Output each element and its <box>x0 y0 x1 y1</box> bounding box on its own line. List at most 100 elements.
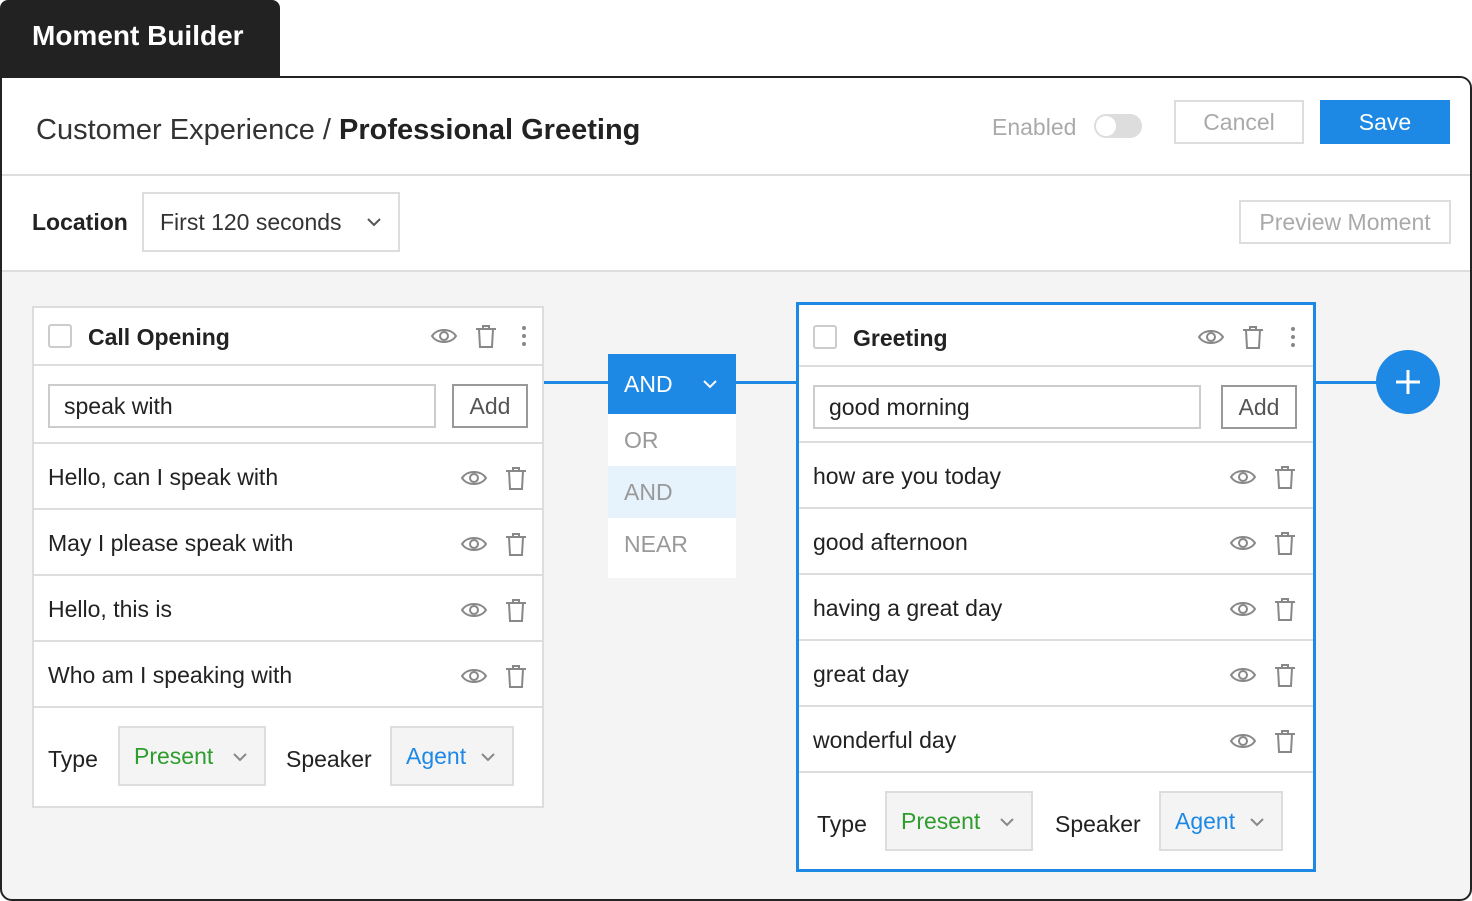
speaker-select[interactable]: Agent <box>390 726 514 786</box>
trash-icon[interactable] <box>1271 529 1299 557</box>
eye-icon[interactable] <box>460 464 488 492</box>
location-selected-value: First 120 seconds <box>160 208 342 235</box>
phrase-text: Hello, can I speak with <box>48 464 279 490</box>
speaker-selected-value: Agent <box>1175 807 1236 834</box>
phrase-text: great day <box>813 661 909 687</box>
more-vertical-icon[interactable] <box>516 322 532 350</box>
group-header: Call Opening <box>34 308 542 366</box>
group-checkbox[interactable] <box>813 325 837 349</box>
add-group-button[interactable] <box>1376 350 1440 414</box>
app-tab-moment-builder: Moment Builder <box>0 0 280 76</box>
list-item: how are you today <box>799 443 1313 509</box>
operator-select[interactable]: AND <box>608 354 736 414</box>
phrase-text: good afternoon <box>813 529 968 555</box>
eye-icon[interactable] <box>460 596 488 624</box>
phrase-input[interactable]: speak with <box>48 384 436 428</box>
enabled-label: Enabled <box>992 114 1077 140</box>
eye-icon[interactable] <box>1229 727 1257 755</box>
trash-icon[interactable] <box>502 530 530 558</box>
type-selected-value: Present <box>134 742 214 769</box>
eye-icon[interactable] <box>430 322 458 350</box>
cancel-button[interactable]: Cancel <box>1174 100 1304 144</box>
operator-option-near[interactable]: NEAR <box>608 518 736 570</box>
type-selected-value: Present <box>901 807 981 834</box>
connector-line-left <box>544 381 608 384</box>
group-card-greeting: Greeting good morning Add how are you to… <box>796 302 1316 872</box>
list-item: wonderful day <box>799 707 1313 773</box>
eye-icon[interactable] <box>1229 661 1257 689</box>
connector-line-add <box>1314 381 1378 384</box>
speaker-label: Speaker <box>286 746 372 772</box>
speaker-select[interactable]: Agent <box>1159 791 1283 851</box>
app-title: Moment Builder <box>32 20 244 51</box>
phrase-input[interactable]: good morning <box>813 385 1201 429</box>
trash-icon[interactable] <box>1271 595 1299 623</box>
list-item: Hello, this is <box>34 576 542 642</box>
trash-icon[interactable] <box>1271 463 1299 491</box>
trash-icon[interactable] <box>1271 661 1299 689</box>
trash-icon[interactable] <box>502 662 530 690</box>
phrase-text: wonderful day <box>813 727 957 753</box>
phrase-input-value: speak with <box>64 392 173 419</box>
speaker-selected-value: Agent <box>406 742 467 769</box>
list-item: great day <box>799 641 1313 707</box>
type-label: Type <box>817 811 867 837</box>
chevron-down-icon <box>1000 818 1014 827</box>
location-select[interactable]: First 120 seconds <box>142 192 400 252</box>
builder-panel: Customer Experience / Professional Greet… <box>0 76 1472 901</box>
add-phrase-button[interactable]: Add <box>452 384 528 428</box>
save-button[interactable]: Save <box>1320 100 1450 144</box>
location-bar: Location First 120 seconds Preview Momen… <box>2 176 1470 272</box>
type-select[interactable]: Present <box>118 726 266 786</box>
group-checkbox[interactable] <box>48 324 72 348</box>
group-title: Call Opening <box>88 324 230 350</box>
phrase-input-value: good morning <box>829 393 970 420</box>
eye-icon[interactable] <box>460 662 488 690</box>
phrase-text: May I please speak with <box>48 530 294 556</box>
chevron-down-icon <box>1250 818 1264 827</box>
trash-icon[interactable] <box>1271 727 1299 755</box>
page-header: Customer Experience / Professional Greet… <box>2 78 1470 176</box>
eye-icon[interactable] <box>1197 323 1225 351</box>
trash-icon[interactable] <box>502 464 530 492</box>
list-item: Who am I speaking with <box>34 642 542 708</box>
eye-icon[interactable] <box>1229 529 1257 557</box>
phrase-list: Hello, can I speak with May I please spe… <box>34 442 542 708</box>
group-card-call-opening: Call Opening speak with Add Hello, can I… <box>32 306 544 808</box>
list-item: Hello, can I speak with <box>34 444 542 510</box>
group-header: Greeting <box>799 309 1313 367</box>
list-item: May I please speak with <box>34 510 542 576</box>
list-item: having a great day <box>799 575 1313 641</box>
more-vertical-icon[interactable] <box>1285 323 1301 351</box>
speaker-label: Speaker <box>1055 811 1141 837</box>
group-footer: Type Present Speaker Agent <box>34 710 542 806</box>
group-footer: Type Present Speaker Agent <box>799 777 1313 869</box>
phrase-text: Who am I speaking with <box>48 662 293 688</box>
chevron-down-icon <box>367 218 381 227</box>
connector-line-right <box>736 381 798 384</box>
eye-icon[interactable] <box>1229 463 1257 491</box>
chevron-down-icon <box>481 753 495 762</box>
phrase-text: Hello, this is <box>48 596 172 622</box>
preview-moment-button[interactable]: Preview Moment <box>1239 200 1451 244</box>
toggle-knob <box>1096 116 1116 136</box>
enabled-toggle[interactable] <box>1094 114 1142 138</box>
operator-option-or[interactable]: OR <box>608 414 736 466</box>
trash-icon[interactable] <box>472 322 500 350</box>
page-title: Professional Greeting <box>339 114 641 146</box>
breadcrumb: Customer Experience / Professional Greet… <box>36 114 640 147</box>
phrase-list: how are you today good afternoon having … <box>799 441 1313 773</box>
operator-option-and[interactable]: AND <box>608 466 736 518</box>
type-select[interactable]: Present <box>885 791 1033 851</box>
trash-icon[interactable] <box>502 596 530 624</box>
operator-selected-value: AND <box>624 370 673 397</box>
eye-icon[interactable] <box>460 530 488 558</box>
add-phrase-button[interactable]: Add <box>1221 385 1297 429</box>
plus-icon <box>1396 370 1420 394</box>
breadcrumb-parent[interactable]: Customer Experience / <box>36 114 339 146</box>
chevron-down-icon <box>233 753 247 762</box>
location-label: Location <box>32 209 128 235</box>
trash-icon[interactable] <box>1239 323 1267 351</box>
eye-icon[interactable] <box>1229 595 1257 623</box>
list-item: good afternoon <box>799 509 1313 575</box>
